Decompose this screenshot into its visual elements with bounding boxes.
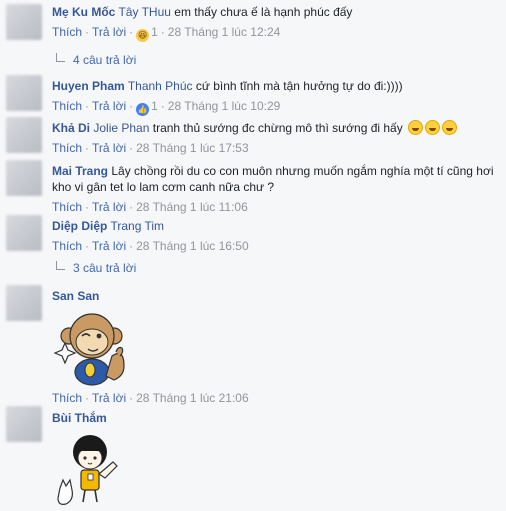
avatar[interactable] <box>6 75 42 111</box>
reaction-count[interactable]: 1 <box>151 25 158 39</box>
avatar[interactable] <box>6 406 42 442</box>
avatar[interactable] <box>6 160 42 196</box>
reply-button[interactable]: Trả lời <box>92 25 126 39</box>
view-replies-link[interactable]: 4 câu trả lời <box>56 53 136 67</box>
avatar[interactable] <box>6 117 42 153</box>
like-button[interactable]: Thích <box>52 391 82 405</box>
like-button[interactable]: Thích <box>52 239 82 253</box>
comment-text: tranh thủ sướng đc chừng mô thì sướng đi… <box>152 121 403 135</box>
comment-actions: Thích · Trả lời · 28 Tháng 1 lúc 16:50 <box>52 239 249 253</box>
like-button[interactable]: Thích <box>52 99 82 113</box>
like-button[interactable]: Thích <box>52 25 82 39</box>
comment-actions: Thích · Trả lời · 28 Tháng 1 lúc 11:06 <box>52 200 248 214</box>
girl-with-cat-sticker[interactable] <box>52 428 132 508</box>
tagged-user[interactable]: Jolie Phan <box>93 121 149 135</box>
timestamp[interactable]: 28 Tháng 1 lúc 10:29 <box>168 99 281 113</box>
like-button[interactable]: Thích <box>52 200 82 214</box>
tagged-user[interactable]: Thanh Phúc <box>128 79 193 93</box>
reply-arrow-icon <box>56 53 65 62</box>
timestamp[interactable]: 28 Tháng 1 lúc 16:50 <box>136 239 249 253</box>
tagged-user[interactable]: Trang Tim <box>110 219 164 233</box>
like-icon[interactable]: 👍 <box>136 103 150 116</box>
comment-text: Lây chồng rồi du co con muôn nhưng muốn … <box>52 164 494 194</box>
avatar[interactable] <box>6 285 42 321</box>
like-button[interactable]: Thích <box>52 141 82 155</box>
reply-button[interactable]: Trả lời <box>92 99 126 113</box>
timestamp[interactable]: 28 Tháng 1 lúc 11:06 <box>136 200 248 214</box>
commenter-name[interactable]: Huyen Pham <box>52 79 125 93</box>
grin-emoji-icon <box>442 120 458 135</box>
comment-text: em thấy chưa ế là hạnh phúc đấy <box>174 5 353 19</box>
commenter-name[interactable]: San San <box>52 289 99 303</box>
reply-button[interactable]: Trả lời <box>92 391 126 405</box>
timestamp[interactable]: 28 Tháng 1 lúc 17:53 <box>136 141 249 155</box>
comment-actions: Thích · Trả lời · 28 Tháng 1 lúc 17:53 <box>52 141 249 155</box>
grin-emoji-icon <box>425 120 441 135</box>
reply-button[interactable]: Trả lời <box>92 200 126 214</box>
comment-text: cứ bình tĩnh mà tận hưởng tự do đi:)))) <box>195 79 403 93</box>
haha-icon[interactable]: 😆 <box>136 29 150 42</box>
monkey-sticker[interactable] <box>52 306 132 386</box>
timestamp[interactable]: 28 Tháng 1 lúc 21:06 <box>136 391 249 405</box>
reaction-count[interactable]: 1 <box>151 99 158 113</box>
reply-button[interactable]: Trả lời <box>92 239 126 253</box>
reply-button[interactable]: Trả lời <box>92 141 126 155</box>
comment-actions: Thích · Trả lời · 😆 1 · 28 Tháng 1 lúc 12:24 <box>52 25 281 42</box>
avatar[interactable] <box>6 215 42 251</box>
avatar[interactable] <box>6 4 42 40</box>
timestamp[interactable]: 28 Tháng 1 lúc 12:24 <box>168 25 281 39</box>
commenter-name[interactable]: Mai Trang <box>52 164 108 178</box>
view-replies-link[interactable]: 3 câu trả lời <box>56 261 136 275</box>
commenter-name[interactable]: Diệp Diệp <box>52 219 107 233</box>
commenter-name[interactable]: Khả Di <box>52 121 90 135</box>
grin-emoji-icon <box>408 120 424 135</box>
tagged-user[interactable]: Tây THuu <box>118 5 170 19</box>
reply-arrow-icon <box>56 261 65 270</box>
comment-actions: Thích · Trả lời · 28 Tháng 1 lúc 21:06 <box>52 391 249 405</box>
commenter-name[interactable]: Bùi Thắm <box>52 411 107 425</box>
commenter-name[interactable]: Mẹ Ku Mốc <box>52 5 115 19</box>
comment-actions: Thích · Trả lời · 👍 1 · 28 Tháng 1 lúc 10:29 <box>52 99 281 116</box>
